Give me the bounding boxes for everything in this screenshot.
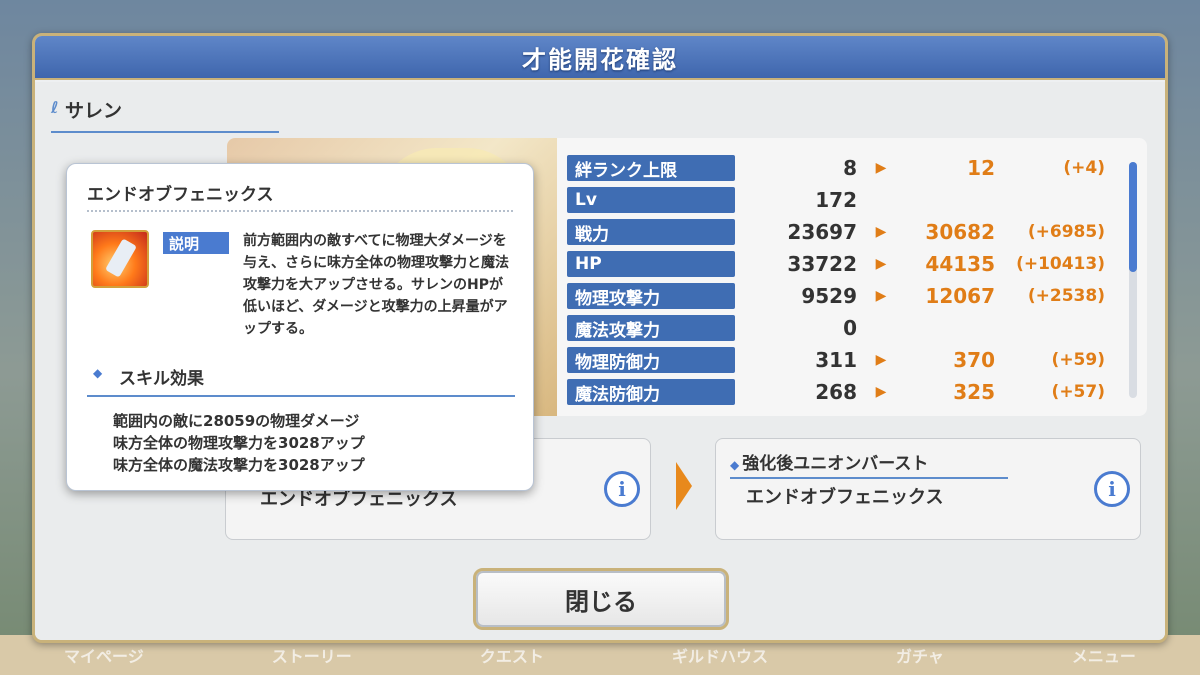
stat-row-power: 戦力 23697 ▶ 30682 (+6985) (567, 216, 1127, 248)
stat-before: 23697 (787, 220, 857, 244)
nav-guildhouse: ギルドハウス (671, 647, 768, 666)
diamond-icon: ◆ (730, 458, 740, 472)
info-icon[interactable]: i (1094, 471, 1130, 507)
stat-before: 33722 (787, 252, 857, 276)
nav-quest: クエスト (479, 647, 544, 666)
effects-heading: ◆ スキル効果 (87, 364, 515, 397)
dialog-title: 才能開花確認 (522, 45, 678, 74)
stat-before: 0 (843, 316, 857, 340)
effect-item: 範囲内の敵に28059の物理ダメージ (113, 412, 360, 430)
phoenix-skill-icon (91, 230, 149, 288)
stat-row-physical-attack: 物理攻撃力 9529 ▶ 12067 (+2538) (567, 280, 1127, 312)
stat-row-magic-defense: 魔法防御力 268 ▶ 325 (+57) (567, 376, 1127, 408)
stat-label: 物理防御力 (567, 347, 735, 373)
arrow-right-icon: ▶ (875, 224, 887, 240)
stat-row-magic-attack: 魔法攻撃力 0 (567, 312, 1127, 344)
stat-label: HP (567, 251, 735, 277)
popup-title: エンドオブフェニックス (87, 185, 274, 205)
ub-after-name: エンドオブフェニックス (746, 487, 944, 508)
nav-gacha: ガチャ (896, 647, 944, 666)
info-icon[interactable]: i (604, 471, 640, 507)
nav-story: ストーリー (271, 647, 352, 666)
stat-before: 268 (815, 380, 857, 404)
stat-after: 44135 (925, 252, 995, 276)
stat-diff: (+2538) (1027, 286, 1105, 306)
stat-after: 12067 (925, 284, 995, 308)
arrow-right-icon: ▶ (875, 256, 887, 272)
stats-table: 絆ランク上限 8 ▶ 12 (+4) Lv 172 戦力 23697 ▶ 306… (567, 152, 1127, 408)
close-button[interactable]: 閉じる (473, 568, 729, 630)
stat-row-physical-defense: 物理防御力 311 ▶ 370 (+59) (567, 344, 1127, 376)
description-tag: 説明 (163, 232, 229, 254)
stat-row-hp: HP 33722 ▶ 44135 (+10413) (567, 248, 1127, 280)
stat-label: 魔法攻撃力 (567, 315, 735, 341)
stat-label: 物理攻撃力 (567, 283, 735, 309)
arrow-right-icon (676, 462, 692, 510)
arrow-right-icon: ▶ (875, 288, 887, 304)
ub-after-panel: ◆ 強化後ユニオンバースト エンドオブフェニックス i (715, 438, 1141, 540)
stat-row-level: Lv 172 (567, 184, 1127, 216)
effects-heading-text: スキル効果 (119, 369, 204, 389)
skill-detail-popup: エンドオブフェニックス 説明 前方範囲内の敵すべてに物理大ダメージを与え、さらに… (66, 163, 534, 491)
stat-after: 30682 (925, 220, 995, 244)
dialog-header: 才能開花確認 (35, 36, 1165, 80)
stat-row-bond-rank: 絆ランク上限 8 ▶ 12 (+4) (567, 152, 1127, 184)
skill-description: 前方範囲内の敵すべてに物理大ダメージを与え、さらに味方全体の物理攻撃力と魔法攻撃… (243, 233, 509, 337)
stat-diff: (+57) (1051, 382, 1105, 402)
stat-after: 370 (953, 348, 995, 372)
stat-before: 172 (815, 188, 857, 212)
stat-label: 魔法防御力 (567, 379, 735, 405)
nav-menu: メニュー (1071, 647, 1136, 666)
character-name: サレン (65, 100, 123, 122)
stat-before: 311 (815, 348, 857, 372)
stat-diff: (+59) (1051, 350, 1105, 370)
stat-after: 325 (953, 380, 995, 404)
stat-diff: (+6985) (1027, 222, 1105, 242)
stat-before: 9529 (801, 284, 857, 308)
nav-mypage: マイページ (64, 647, 144, 666)
stat-label: 絆ランク上限 (567, 155, 735, 181)
divider (87, 210, 513, 212)
diamond-icon: ◆ (93, 366, 103, 380)
ornament-icon: ℓ (51, 98, 59, 117)
arrow-right-icon: ▶ (875, 352, 887, 368)
character-name-heading: ℓ サレン (51, 96, 279, 133)
stats-scrollbar[interactable] (1129, 162, 1137, 398)
ub-after-heading: ◆ 強化後ユニオンバースト (730, 449, 1008, 479)
stat-after: 12 (967, 156, 995, 180)
arrow-right-icon: ▶ (875, 160, 887, 176)
arrow-right-icon: ▶ (875, 384, 887, 400)
stat-label: Lv (567, 187, 735, 213)
effect-item: 味方全体の魔法攻撃力を3028アップ (113, 456, 365, 474)
ub-after-heading-text: 強化後ユニオンバースト (742, 454, 929, 474)
stat-label: 戦力 (567, 219, 735, 245)
stat-before: 8 (843, 156, 857, 180)
scrollbar-thumb[interactable] (1129, 162, 1137, 272)
effect-item: 味方全体の物理攻撃力を3028アップ (113, 434, 365, 452)
stat-diff: (+10413) (1016, 254, 1105, 274)
stat-diff: (+4) (1063, 158, 1105, 178)
effects-list: 範囲内の敵に28059の物理ダメージ 味方全体の物理攻撃力を3028アップ 味方… (113, 410, 365, 476)
